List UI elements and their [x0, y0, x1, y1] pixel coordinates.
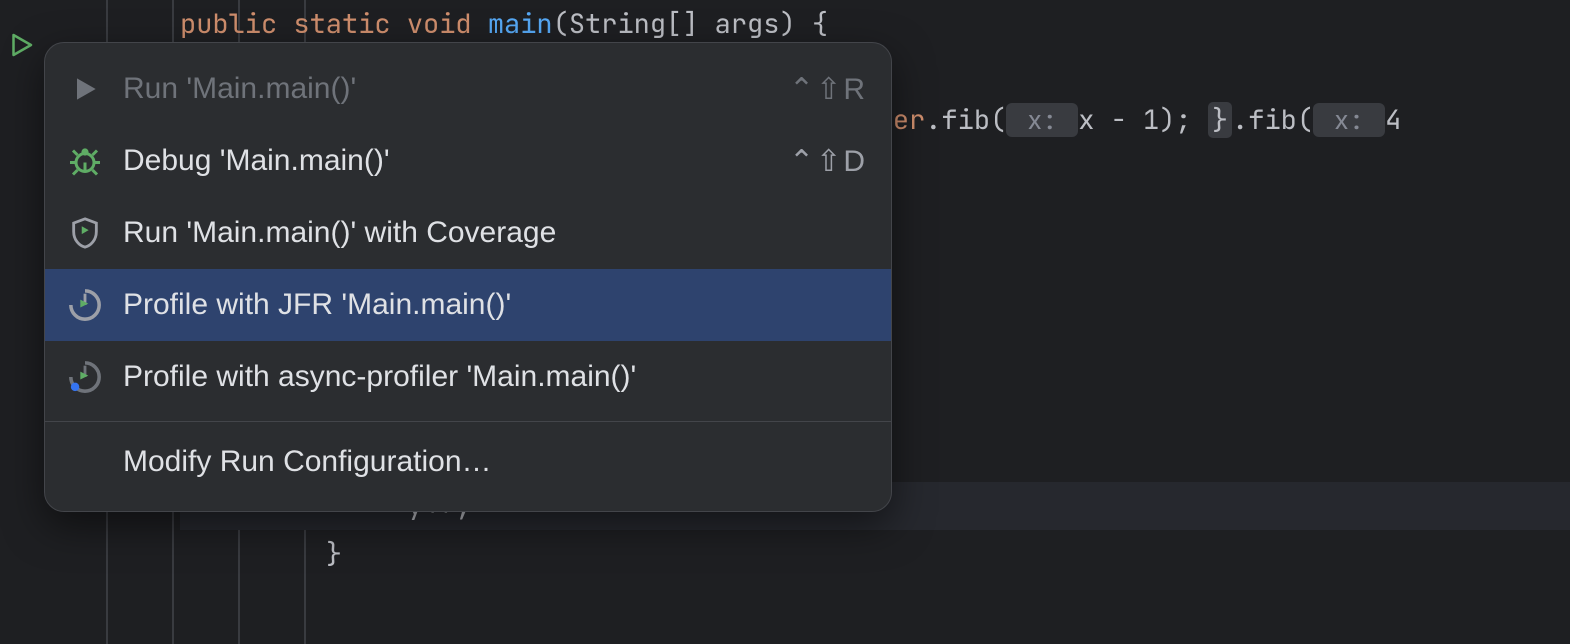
- menu-item-run[interactable]: Run 'Main.main()' ⌃⇧R: [45, 53, 891, 125]
- profile-jfr-icon: [65, 285, 105, 325]
- menu-shortcut: ⌃⇧R: [789, 72, 867, 107]
- menu-item-debug[interactable]: Debug 'Main.main()' ⌃⇧D: [45, 125, 891, 197]
- editor-gutter: [0, 0, 48, 644]
- profile-async-icon: [65, 357, 105, 397]
- param-hint: x:: [1313, 103, 1385, 137]
- menu-item-profile-jfr[interactable]: Profile with JFR 'Main.main()': [45, 269, 891, 341]
- menu-item-profile-async[interactable]: Profile with async-profiler 'Main.main()…: [45, 341, 891, 413]
- menu-item-coverage[interactable]: Run 'Main.main()' with Coverage: [45, 197, 891, 269]
- menu-label: Run 'Main.main()' with Coverage: [123, 216, 867, 250]
- menu-label: Debug 'Main.main()': [123, 144, 789, 178]
- code-line: }: [180, 530, 1570, 578]
- play-icon: [65, 69, 105, 109]
- menu-label: Profile with async-profiler 'Main.main()…: [123, 360, 867, 394]
- menu-shortcut: ⌃⇧D: [789, 144, 867, 179]
- run-context-menu[interactable]: Run 'Main.main()' ⌃⇧R Debug 'Main.main()…: [44, 42, 892, 512]
- run-gutter-icon[interactable]: [6, 30, 36, 60]
- menu-label: Profile with JFR 'Main.main()': [123, 288, 867, 322]
- coverage-icon: [65, 213, 105, 253]
- blank-icon: [65, 442, 105, 482]
- menu-label: Run 'Main.main()': [123, 72, 789, 106]
- param-hint: x:: [1006, 103, 1078, 137]
- menu-item-modify-config[interactable]: Modify Run Configuration…: [45, 421, 891, 501]
- menu-label: Modify Run Configuration…: [123, 445, 867, 479]
- bug-icon: [65, 141, 105, 181]
- code-line: public static void main(String[] args) {: [180, 0, 1570, 48]
